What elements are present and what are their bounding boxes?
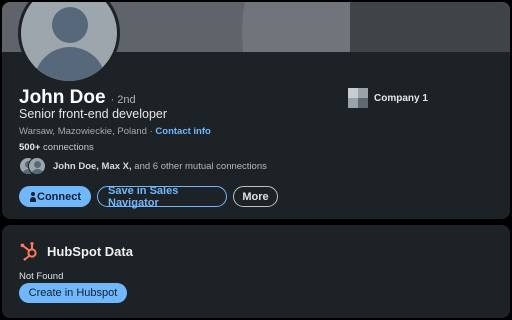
create-in-hubspot-button[interactable]: Create in Hubspot xyxy=(19,283,127,303)
mutual-rest: and 6 other mutual connections xyxy=(131,160,267,172)
connections-number: 500+ xyxy=(19,142,41,153)
hubspot-logo-icon xyxy=(20,242,37,261)
connection-degree: · 2nd xyxy=(110,94,136,106)
profile-headline: Senior front-end developer xyxy=(19,107,168,121)
connections-count[interactable]: 500+ connections xyxy=(19,142,94,153)
connections-label: connections xyxy=(40,142,94,153)
location-row: Warsaw, Mazowieckie, Poland · Contact in… xyxy=(19,126,211,137)
profile-location: Warsaw, Mazowieckie, Poland xyxy=(19,126,147,137)
profile-avatar[interactable] xyxy=(18,2,120,84)
more-button[interactable]: More xyxy=(233,186,278,207)
hubspot-title: HubSpot Data xyxy=(47,243,133,259)
connect-label: Connect xyxy=(37,190,81,203)
hubspot-card: HubSpot Data Not Found Create in Hubspot xyxy=(2,225,510,318)
company-logo-icon xyxy=(348,88,368,108)
contact-info-link[interactable]: Contact info xyxy=(155,126,210,137)
hubspot-status: Not Found xyxy=(19,271,64,282)
mutual-text: John Doe, Max X, and 6 other mutual conn… xyxy=(53,161,267,172)
name-row: John Doe · 2nd xyxy=(19,87,136,109)
profile-name: John Doe xyxy=(19,87,106,108)
avatar-shoulders xyxy=(34,47,106,81)
avatar-head xyxy=(52,7,88,43)
current-company[interactable]: Company 1 xyxy=(348,88,428,108)
profile-card: John Doe · 2nd Senior front-end develope… xyxy=(2,2,510,219)
banner-strip xyxy=(350,2,510,52)
company-name: Company 1 xyxy=(374,92,428,104)
add-person-icon xyxy=(29,191,36,202)
mutual-avatar xyxy=(28,157,46,175)
mutual-names: John Doe, Max X, xyxy=(53,160,132,172)
mutual-avatars xyxy=(19,157,47,175)
action-buttons: Connect Save in Sales Navigator More xyxy=(19,185,278,209)
save-in-sales-navigator-button[interactable]: Save in Sales Navigator xyxy=(97,185,227,209)
mutual-connections[interactable]: John Doe, Max X, and 6 other mutual conn… xyxy=(19,157,267,175)
connect-button[interactable]: Connect xyxy=(19,186,91,207)
hubspot-header: HubSpot Data xyxy=(19,241,133,261)
